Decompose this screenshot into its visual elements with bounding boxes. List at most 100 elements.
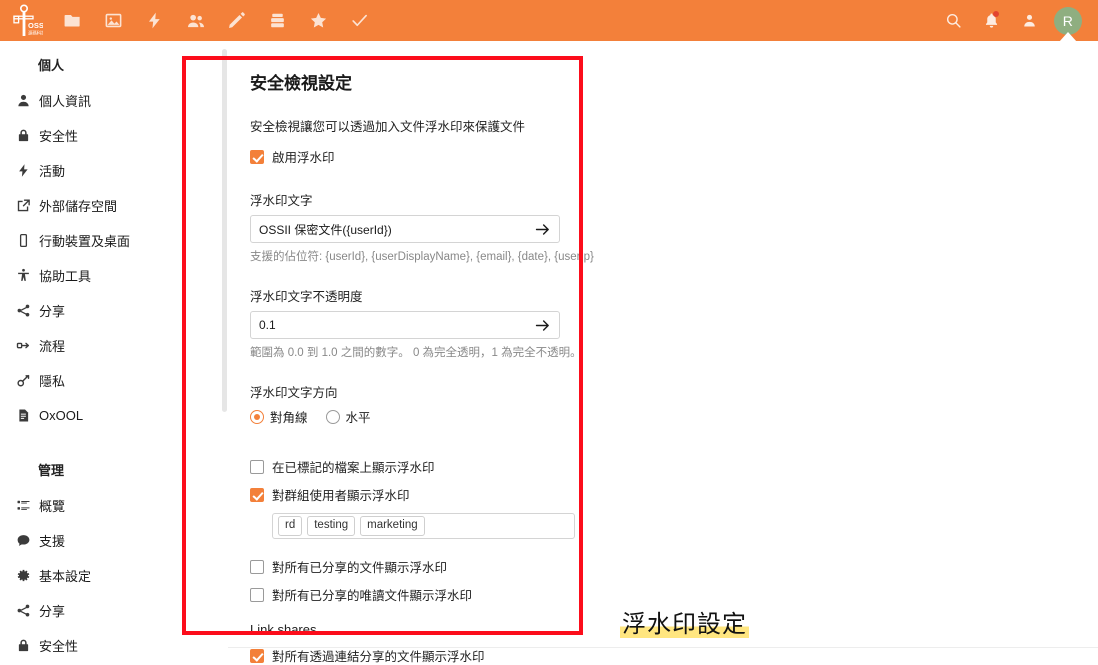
external-storage-icon <box>9 198 37 213</box>
group-tag[interactable]: marketing <box>360 516 425 536</box>
avatar-initial: R <box>1054 6 1082 35</box>
sidebar-item-label: 外部儲存空間 <box>39 199 118 214</box>
watermark-opacity-input[interactable] <box>251 312 559 338</box>
show-watermark-link-shares-label: 對所有透過連結分享的文件顯示浮水印 <box>272 650 485 664</box>
sidebar-item-admin-security[interactable]: 安全性 <box>0 628 228 657</box>
sidebar-item-label: 安全性 <box>39 129 79 144</box>
sidebar-item-security[interactable]: 安全性 <box>0 118 228 153</box>
sidebar-item-accessibility[interactable]: 協助工具 <box>0 258 228 293</box>
tasks-check-icon[interactable] <box>339 0 380 41</box>
photos-icon[interactable] <box>93 0 134 41</box>
watermark-text-hint: 支援的佔位符: {userId}, {userDisplayName}, {em… <box>250 251 594 263</box>
enable-watermark-label: 啟用浮水印 <box>272 151 335 165</box>
sidebar-item-personal-info[interactable]: 個人資訊 <box>0 83 228 118</box>
user-menu-avatar[interactable]: R <box>1048 0 1088 42</box>
app-logo[interactable]: OSS 源碼科技 <box>0 0 52 41</box>
contacts-menu-icon[interactable] <box>1010 0 1048 41</box>
activity-icon[interactable] <box>134 0 175 41</box>
privacy-key-icon <box>9 373 37 388</box>
share-icon <box>9 303 37 318</box>
group-tag[interactable]: testing <box>307 516 356 536</box>
watermark-text-submit-arrow-icon[interactable] <box>529 216 555 242</box>
show-watermark-link-shares-checkbox[interactable] <box>250 648 264 663</box>
sidebar-item-label: 隱私 <box>39 374 66 389</box>
sidebar-item-admin-sharing[interactable]: 分享 <box>0 593 228 628</box>
watermark-direction-horizontal-radio[interactable] <box>325 409 340 424</box>
sidebar-item-flow[interactable]: 流程 <box>0 328 228 363</box>
watermark-direction-label: 浮水印文字方向 <box>250 386 338 400</box>
svg-text:OSS: OSS <box>28 21 43 30</box>
search-icon[interactable] <box>934 0 972 41</box>
link-shares-section-header: Link shares <box>250 622 317 637</box>
sidebar-item-label: 個人資訊 <box>39 94 92 109</box>
content-scrollbar[interactable] <box>222 49 227 412</box>
show-watermark-group-users-checkbox[interactable] <box>250 487 264 502</box>
favorites-star-icon[interactable] <box>298 0 339 41</box>
show-watermark-all-shares-label: 對所有已分享的文件顯示浮水印 <box>272 561 448 575</box>
show-watermark-readonly-shares-checkbox[interactable] <box>250 587 264 602</box>
page-title: 安全檢視設定 <box>250 74 352 93</box>
sidebar-item-label: 安全性 <box>39 639 79 654</box>
lock-icon <box>9 638 37 653</box>
enable-watermark-checkbox-row[interactable]: 啟用浮水印 <box>250 147 628 166</box>
watermark-text-input[interactable] <box>251 216 559 242</box>
show-watermark-readonly-shares-row[interactable]: 對所有已分享的唯讀文件顯示浮水印 <box>250 585 628 604</box>
show-watermark-tagged-files-row[interactable]: 在已標記的檔案上顯示浮水印 <box>250 457 628 476</box>
secure-view-settings-panel: 安全檢視設定 安全檢視讓您可以透過加入文件浮水印來保護文件 啟用浮水印 浮水印文… <box>228 41 628 664</box>
sidebar-item-overview[interactable]: 概覽 <box>0 488 228 523</box>
watermark-direction-horizontal-label: 水平 <box>345 411 371 425</box>
watermark-opacity-field-wrap[interactable] <box>250 311 560 339</box>
sidebar-item-support[interactable]: 支援 <box>0 523 228 558</box>
watermark-text-field-wrap[interactable] <box>250 215 560 243</box>
top-navigation-bar: OSS 源碼科技 <box>0 0 1098 42</box>
deck-icon[interactable] <box>257 0 298 41</box>
sidebar-group-divider <box>0 433 228 451</box>
show-watermark-group-users-label: 對群組使用者顯示浮水印 <box>272 489 410 503</box>
sidebar-item-label: 概覽 <box>39 499 66 514</box>
show-watermark-all-shares-row[interactable]: 對所有已分享的文件顯示浮水印 <box>250 557 628 576</box>
lock-icon <box>9 128 37 143</box>
settings-sidebar: 個人 個人資訊 安全性 活動 外部儲存空間 行動裝置及桌面 協助工具 分享 流程… <box>0 41 228 657</box>
notifications-bell-icon[interactable] <box>972 0 1010 41</box>
top-nav-app-icons <box>52 0 380 41</box>
sidebar-group-header-admin: 管理 <box>38 463 65 478</box>
group-tag[interactable]: rd <box>278 516 303 536</box>
sidebar-item-label: 分享 <box>39 304 66 319</box>
watermark-direction-radio-group: 對角線 水平 <box>250 407 628 426</box>
group-tags-field[interactable]: rd testing marketing <box>272 513 575 539</box>
show-watermark-tagged-files-label: 在已標記的檔案上顯示浮水印 <box>272 461 435 475</box>
show-watermark-tagged-files-checkbox[interactable] <box>250 459 264 474</box>
sidebar-item-label: OxOOL <box>39 408 84 423</box>
accessibility-icon <box>9 268 37 283</box>
mobile-desktop-icon <box>9 233 37 248</box>
panel-description: 安全檢視讓您可以透過加入文件浮水印來保護文件 <box>250 120 526 134</box>
contacts-icon[interactable] <box>175 0 216 41</box>
files-icon[interactable] <box>52 0 93 41</box>
sidebar-item-privacy[interactable]: 隱私 <box>0 363 228 398</box>
enable-watermark-checkbox[interactable] <box>250 149 264 164</box>
show-watermark-readonly-shares-label: 對所有已分享的唯讀文件顯示浮水印 <box>272 589 473 603</box>
sidebar-item-label: 支援 <box>39 534 66 549</box>
sidebar-item-sharing[interactable]: 分享 <box>0 293 228 328</box>
show-watermark-all-shares-checkbox[interactable] <box>250 559 264 574</box>
sidebar-item-label: 活動 <box>39 164 66 179</box>
show-watermark-link-shares-row[interactable]: 對所有透過連結分享的文件顯示浮水印 <box>250 646 628 665</box>
show-watermark-group-users-row[interactable]: 對群組使用者顯示浮水印 <box>250 485 628 504</box>
top-bar-right-group: R <box>934 0 1098 42</box>
sidebar-item-label: 行動裝置及桌面 <box>39 234 131 249</box>
document-icon <box>9 408 37 423</box>
notes-icon[interactable] <box>216 0 257 41</box>
sidebar-item-label: 基本設定 <box>39 569 92 584</box>
sidebar-item-label: 分享 <box>39 604 66 619</box>
sidebar-item-basic-settings[interactable]: 基本設定 <box>0 558 228 593</box>
sidebar-item-external-storage[interactable]: 外部儲存空間 <box>0 188 228 223</box>
sidebar-item-activity[interactable]: 活動 <box>0 153 228 188</box>
annotation-caption: 浮水印設定 <box>620 604 749 639</box>
sidebar-item-mobile-desktop[interactable]: 行動裝置及桌面 <box>0 223 228 258</box>
sidebar-group-header-personal: 個人 <box>38 58 65 73</box>
watermark-opacity-submit-arrow-icon[interactable] <box>529 312 555 338</box>
watermark-opacity-label: 浮水印文字不透明度 <box>250 290 363 304</box>
watermark-direction-diagonal-radio[interactable] <box>250 409 264 424</box>
notification-badge-dot <box>993 11 999 17</box>
sidebar-item-oxool[interactable]: OxOOL <box>0 398 228 433</box>
